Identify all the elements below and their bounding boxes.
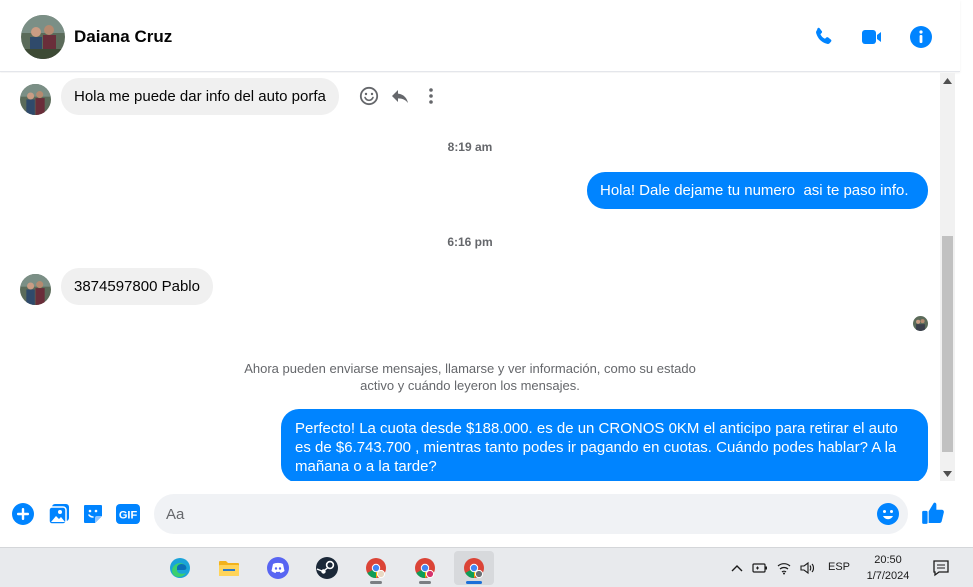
active-indicator <box>466 581 482 584</box>
message-bubble-outgoing[interactable]: Perfecto! La cuota desde $188.000. es de… <box>281 409 928 481</box>
chrome-icon <box>464 558 484 579</box>
message-composer: GIF <box>0 484 973 544</box>
react-button[interactable] <box>357 84 381 108</box>
message-input-wrapper[interactable] <box>154 494 908 534</box>
running-indicator <box>370 581 382 584</box>
edge-icon <box>170 558 190 578</box>
scroll-up-arrow[interactable] <box>940 73 955 88</box>
steam-icon <box>316 557 338 579</box>
reply-button[interactable] <box>388 84 412 108</box>
wifi-icon <box>777 563 791 575</box>
gif-button[interactable]: GIF <box>115 502 141 526</box>
notice-line: Ahora pueden enviarse mensajes, llamarse… <box>244 361 696 376</box>
contact-avatar[interactable] <box>21 15 65 59</box>
message-timestamp: 8:19 am <box>447 140 493 154</box>
clock-date: 1/7/2024 <box>866 570 910 582</box>
battery-tray-button[interactable] <box>752 560 768 576</box>
system-clock[interactable]: 20:50 1/7/2024 <box>862 552 914 584</box>
taskbar-steam[interactable] <box>307 551 347 585</box>
seen-indicator-avatar <box>913 316 928 331</box>
chrome-icon <box>366 558 386 579</box>
connection-notice: Ahora pueden enviarse mensajes, llamarse… <box>220 360 720 394</box>
scroll-down-arrow[interactable] <box>940 466 955 481</box>
sticker-button[interactable] <box>81 502 105 526</box>
taskbar-discord[interactable] <box>258 551 298 585</box>
plus-icon <box>12 503 34 525</box>
discord-icon <box>267 557 289 579</box>
message-bubble-incoming[interactable]: Hola me puede dar info del auto porfa <box>61 78 339 115</box>
contact-name[interactable]: Daiana Cruz <box>74 27 172 47</box>
image-icon <box>48 504 69 525</box>
video-call-button[interactable] <box>859 24 885 50</box>
speaker-icon <box>800 561 815 575</box>
message-list[interactable]: Hola me puede dar info del auto porfa 8:… <box>0 73 940 481</box>
volume-tray-button[interactable] <box>800 560 816 576</box>
scrollbar-thumb[interactable] <box>942 236 953 452</box>
network-tray-button[interactable] <box>776 560 792 576</box>
taskbar-chrome-2[interactable] <box>405 551 445 585</box>
message-bubble-incoming[interactable]: 3874597800 Pablo <box>61 268 213 305</box>
thumbs-up-icon <box>922 502 944 524</box>
more-actions-button[interactable] <box>11 502 35 526</box>
video-call-icon <box>862 30 881 44</box>
chrome-icon <box>415 558 435 579</box>
notification-center-icon <box>933 560 949 577</box>
message-line: Perfecto! La cuota desde $188.000. es de… <box>295 420 898 437</box>
gif-label: GIF <box>119 510 138 522</box>
taskbar-chrome-3[interactable] <box>454 551 494 585</box>
taskbar-chrome-1[interactable] <box>356 551 396 585</box>
input-language-indicator[interactable]: ESP <box>828 561 850 573</box>
message-line: es de $6.743.700 , mientras tanto podes … <box>295 439 897 456</box>
emoji-icon <box>877 503 899 525</box>
battery-plug-icon <box>752 563 767 573</box>
info-icon <box>910 26 932 48</box>
show-hidden-icons-button[interactable] <box>729 560 745 576</box>
notifications-button[interactable] <box>932 559 950 577</box>
taskbar-edge[interactable] <box>160 551 200 585</box>
file-explorer-icon <box>219 561 239 576</box>
more-options-button[interactable] <box>419 84 443 108</box>
phone-call-button[interactable] <box>810 24 836 50</box>
smiley-icon <box>359 86 379 106</box>
clock-time: 20:50 <box>874 554 902 566</box>
notice-line: activo y cuándo leyeron los mensajes. <box>360 378 580 393</box>
message-list-scrollbar[interactable] <box>940 73 955 481</box>
taskbar-file-explorer[interactable] <box>209 551 249 585</box>
send-like-button[interactable] <box>920 500 946 526</box>
emoji-button[interactable] <box>876 502 900 526</box>
running-indicator <box>419 581 431 584</box>
chat-header: Daiana Cruz <box>0 0 960 72</box>
message-bubble-outgoing[interactable]: Hola! Dale dejame tu numero asi te paso … <box>587 172 928 209</box>
conversation-info-button[interactable] <box>908 24 934 50</box>
more-vertical-icon <box>429 88 433 104</box>
chevron-up-icon <box>731 565 743 572</box>
sender-avatar[interactable] <box>20 84 51 115</box>
attach-image-button[interactable] <box>47 502 71 526</box>
phone-icon <box>816 27 832 44</box>
os-taskbar: ESP 20:50 1/7/2024 <box>0 547 973 587</box>
message-timestamp: 6:16 pm <box>447 235 493 249</box>
sender-avatar[interactable] <box>20 274 51 305</box>
gif-icon: GIF <box>116 504 140 524</box>
message-line: mañana o a la tarde? <box>295 458 437 475</box>
message-input[interactable] <box>166 494 866 534</box>
chat-window: Daiana Cruz Hola me puede dar info del a… <box>0 0 973 547</box>
reply-icon <box>392 90 408 103</box>
sticker-icon <box>84 505 102 523</box>
